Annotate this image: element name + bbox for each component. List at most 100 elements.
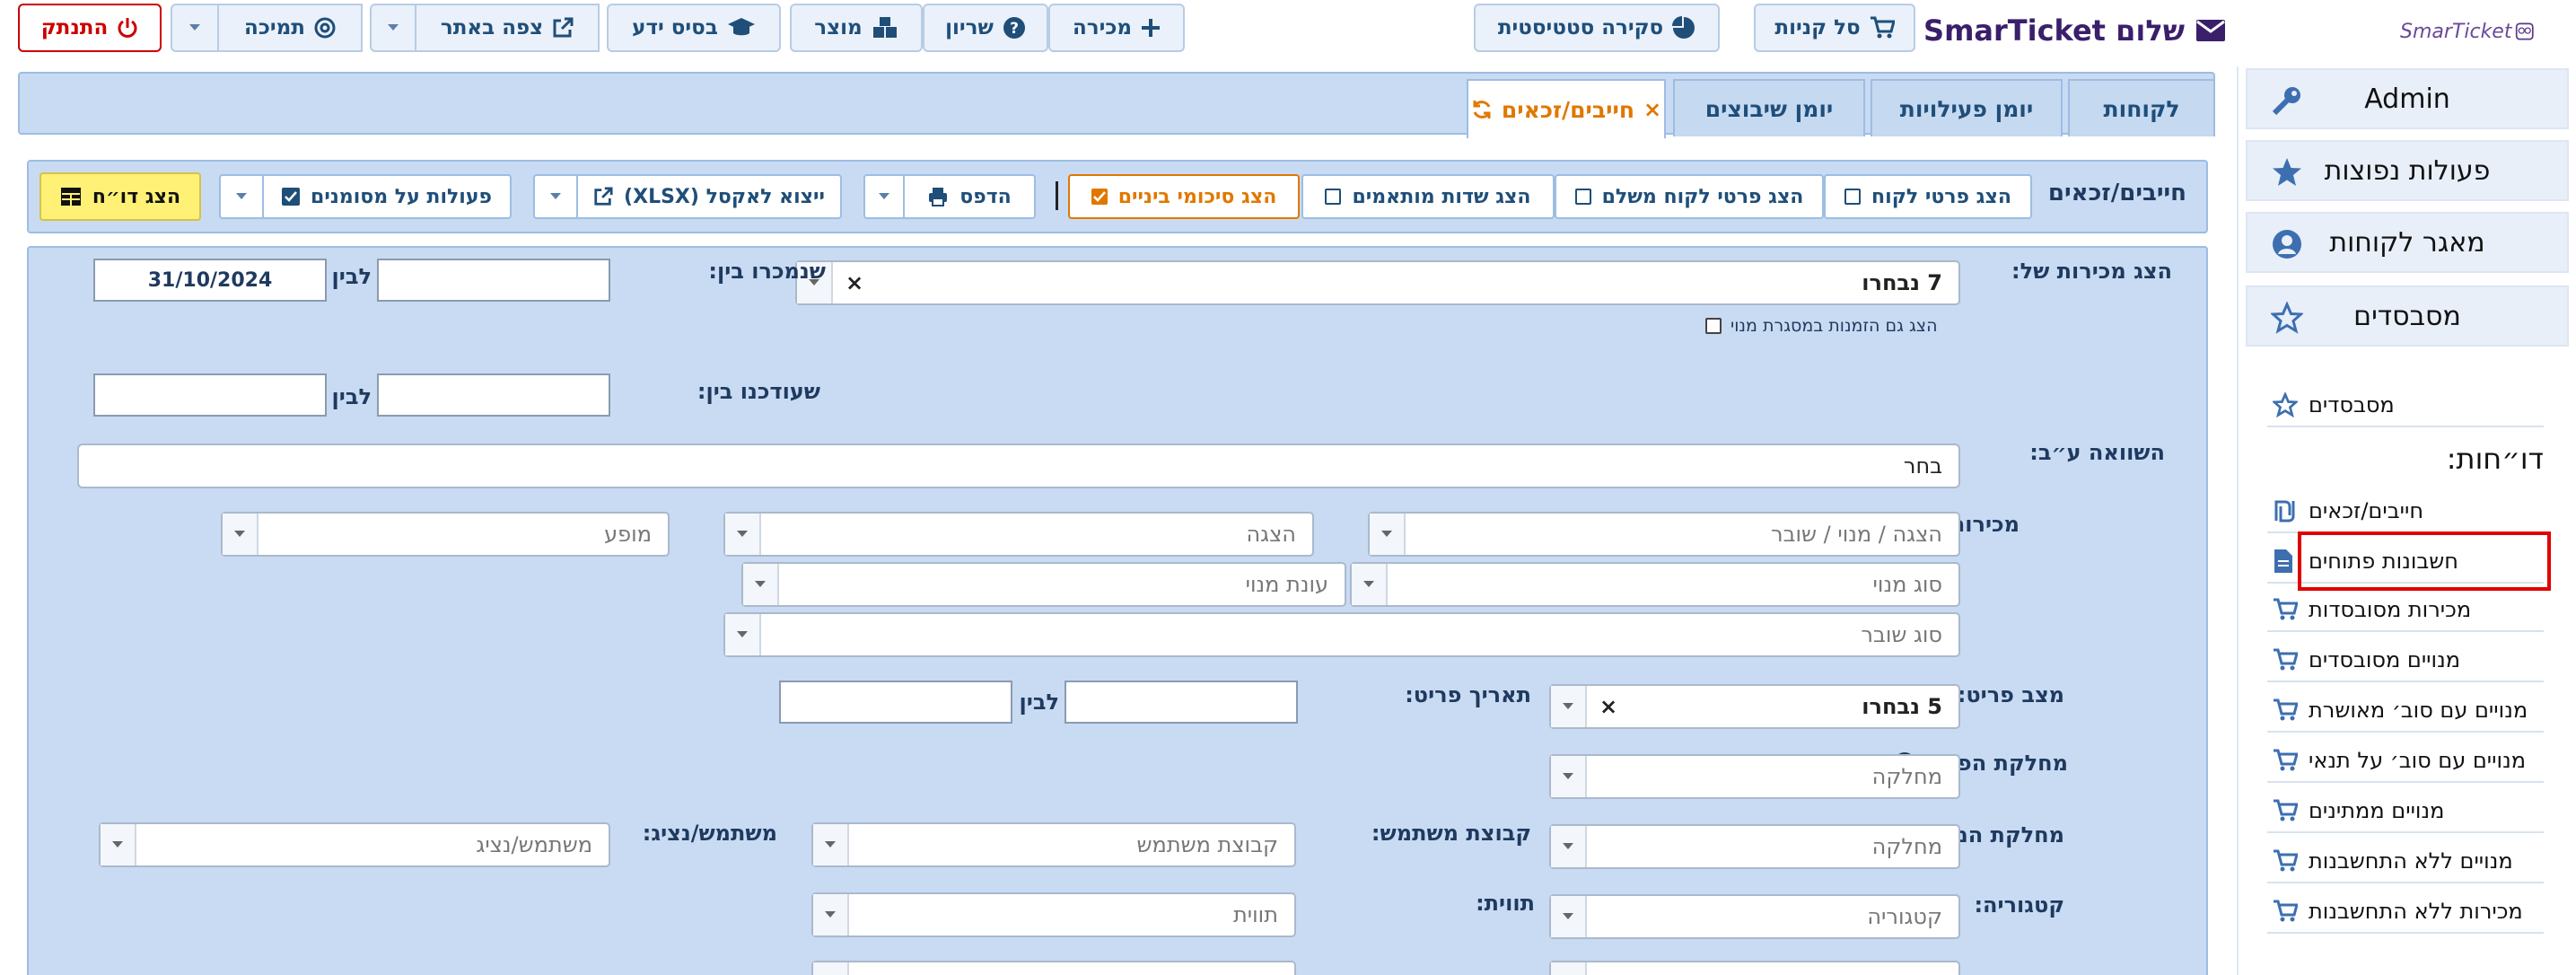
check-icon <box>1092 191 1106 202</box>
support-dropdown[interactable] <box>172 5 219 50</box>
compare-select[interactable]: בחר <box>77 444 1960 488</box>
show-payer-details-toggle[interactable]: הצג פרטי לקוח משלם <box>1555 174 1824 219</box>
user-group-select[interactable]: קבוצת משתמש <box>811 822 1296 867</box>
view-site-button[interactable]: צפה באתר <box>370 4 600 52</box>
export-dropdown[interactable] <box>535 176 578 217</box>
show-custom-fields-toggle[interactable]: הצג שדות מותאמים <box>1301 174 1555 219</box>
chevron-down-icon[interactable] <box>1352 564 1388 605</box>
sold-from-input[interactable] <box>377 259 610 302</box>
chevron-down-icon[interactable] <box>1551 826 1587 867</box>
svg-text:?: ? <box>1010 20 1019 38</box>
sidebar-item-subsidizers[interactable]: מסבסדים <box>2246 285 2569 347</box>
chevron-down-icon[interactable] <box>813 824 849 865</box>
sidebar-link-subsidizers[interactable]: מסבסדים <box>2267 384 2544 427</box>
chevron-down-icon[interactable] <box>725 514 761 555</box>
report-conditional-subscriptions[interactable]: מנויים עם סוב׳ על תנאי <box>2267 740 2544 783</box>
tab-customers[interactable]: לקוחות <box>2068 79 2215 136</box>
star-icon <box>2273 158 2301 186</box>
sidebar-item-customers[interactable]: מאגר לקוחות <box>2246 212 2569 273</box>
support-button[interactable]: תמיכה <box>171 4 363 52</box>
print-button[interactable]: הדפס <box>863 174 1036 219</box>
updated-to-input[interactable] <box>93 373 327 417</box>
report-approved-subscriptions[interactable]: מנויים עם סוב׳ מאושרת <box>2267 690 2544 733</box>
chevron-down-icon[interactable] <box>1551 896 1587 937</box>
show-subtotals-toggle[interactable]: הצג סיכומי ביניים <box>1068 174 1300 219</box>
report-title: חייבים/זכאים <box>2047 180 2186 206</box>
subscription-type-select[interactable]: סוג מנוי <box>1350 562 1960 607</box>
show-customer-details-toggle[interactable]: הצג פרטי לקוח <box>1824 174 2032 219</box>
logo-text: SmarTicket <box>2400 20 2512 43</box>
report-unsettled-subscriptions[interactable]: מנויים ללא התחשבנות <box>2267 840 2544 883</box>
voucher-type-select[interactable]: סוג שובר <box>723 612 1960 657</box>
item-status-select[interactable]: 5 נבחרו × <box>1549 684 1960 729</box>
chevron-down-icon[interactable] <box>223 514 258 555</box>
close-icon[interactable]: × <box>1643 97 1661 122</box>
greeting: שלום SmarTicket <box>1923 11 2226 50</box>
sale-button[interactable]: מכירה <box>1048 4 1185 52</box>
print-dropdown[interactable] <box>865 176 905 217</box>
logout-button[interactable]: התנתק <box>18 4 162 52</box>
user-agent-select[interactable]: משתמש/נציג <box>99 822 610 867</box>
clear-icon[interactable]: × <box>846 270 863 295</box>
show-sub-voucher-select[interactable]: הצגה / מנוי / שובר <box>1368 512 1960 557</box>
show-select[interactable]: הצגה <box>723 512 1314 557</box>
checkbox[interactable] <box>1325 189 1342 205</box>
updated-from-input[interactable] <box>377 373 610 417</box>
item-date-to-input[interactable] <box>779 681 1012 724</box>
bulk-dropdown[interactable] <box>221 176 264 217</box>
include-subscriptions-toggle[interactable]: הצג גם הזמנות במסגרת מנוי <box>1705 316 1937 336</box>
knowledge-base-button[interactable]: בסיס ידע <box>607 4 781 52</box>
user-department-select[interactable]: מחלקה <box>1549 824 1960 869</box>
clear-icon[interactable]: × <box>1599 694 1617 719</box>
view-site-dropdown[interactable] <box>372 5 416 50</box>
tag-select[interactable]: תווית <box>811 892 1296 937</box>
next-row-select[interactable] <box>1549 961 1960 975</box>
cart-icon <box>1870 16 1895 39</box>
checkbox-checked[interactable] <box>1091 189 1108 205</box>
sidebar-item-admin[interactable]: Admin <box>2246 68 2569 129</box>
bulk-actions-button[interactable]: פעולות על מסומנים <box>219 174 512 219</box>
checkbox[interactable] <box>1844 189 1862 205</box>
chevron-down-icon[interactable] <box>813 962 849 975</box>
power-icon <box>118 18 137 38</box>
chevron-down-icon[interactable] <box>1551 756 1587 797</box>
updated-between-label: שעודכנו בין: <box>697 379 820 404</box>
item-date-from-input[interactable] <box>1065 681 1298 724</box>
chevron-down-icon[interactable] <box>101 824 136 865</box>
refresh-icon[interactable] <box>1471 99 1493 120</box>
tab-debtors-creditors[interactable]: × חייבים/זכאים <box>1467 79 1666 138</box>
tab-assignments-log[interactable]: יומן שיבוצים <box>1673 79 1865 136</box>
subscription-season-select[interactable]: עונת מנוי <box>741 562 1346 607</box>
chevron-down-icon[interactable] <box>813 894 849 935</box>
report-pending-subscriptions[interactable]: מנויים ממתינים <box>2267 790 2544 833</box>
show-report-button[interactable]: הצג דו״ח <box>39 172 201 221</box>
cart-icon <box>2274 648 2298 671</box>
reservation-button[interactable]: ? שריון <box>923 4 1048 52</box>
sidebar-item-common-actions[interactable]: פעולות נפוצות <box>2246 140 2569 201</box>
export-excel-button[interactable]: ייצוא לאקסל (XLSX) <box>533 174 842 219</box>
chevron-down-icon[interactable] <box>1370 514 1406 555</box>
sold-to-input[interactable]: 31/10/2024 <box>93 259 327 302</box>
product-button[interactable]: מוצר <box>790 4 923 52</box>
caret-down-icon <box>189 24 200 31</box>
chevron-down-icon[interactable] <box>725 614 761 655</box>
report-subsidized-subscriptions[interactable]: מנויים מסובסדים <box>2267 639 2544 682</box>
item-department-select[interactable]: מחלקה <box>1549 754 1960 799</box>
chevron-down-icon[interactable] <box>1551 686 1587 727</box>
report-debtors-creditors[interactable]: חייבים/זכאים <box>2267 490 2544 533</box>
report-subsidized-sales[interactable]: מכירות מסובסדות <box>2267 589 2544 632</box>
stats-button[interactable]: סקירה סטטיסטית <box>1474 4 1720 52</box>
performance-select[interactable]: מופע <box>221 512 670 557</box>
sales-of-select[interactable]: 7 נבחרו × <box>795 260 1960 305</box>
report-unsettled-sales[interactable]: מכירות ללא התחשבנות <box>2267 891 2544 934</box>
logo[interactable]: SmarTicket <box>2400 4 2535 59</box>
tab-activity-log[interactable]: יומן פעילויות <box>1871 79 2063 136</box>
category-select[interactable]: קטגוריה <box>1549 894 1960 939</box>
checkbox[interactable] <box>1705 318 1722 334</box>
next-row-select-2[interactable] <box>811 961 1296 975</box>
chevron-down-icon[interactable] <box>743 564 779 605</box>
cart-button[interactable]: סל קניות <box>1754 4 1915 52</box>
checkbox[interactable] <box>1574 189 1591 205</box>
item-status-label: מצב פריט: <box>1957 682 2064 707</box>
chevron-down-icon[interactable] <box>1551 962 1587 975</box>
